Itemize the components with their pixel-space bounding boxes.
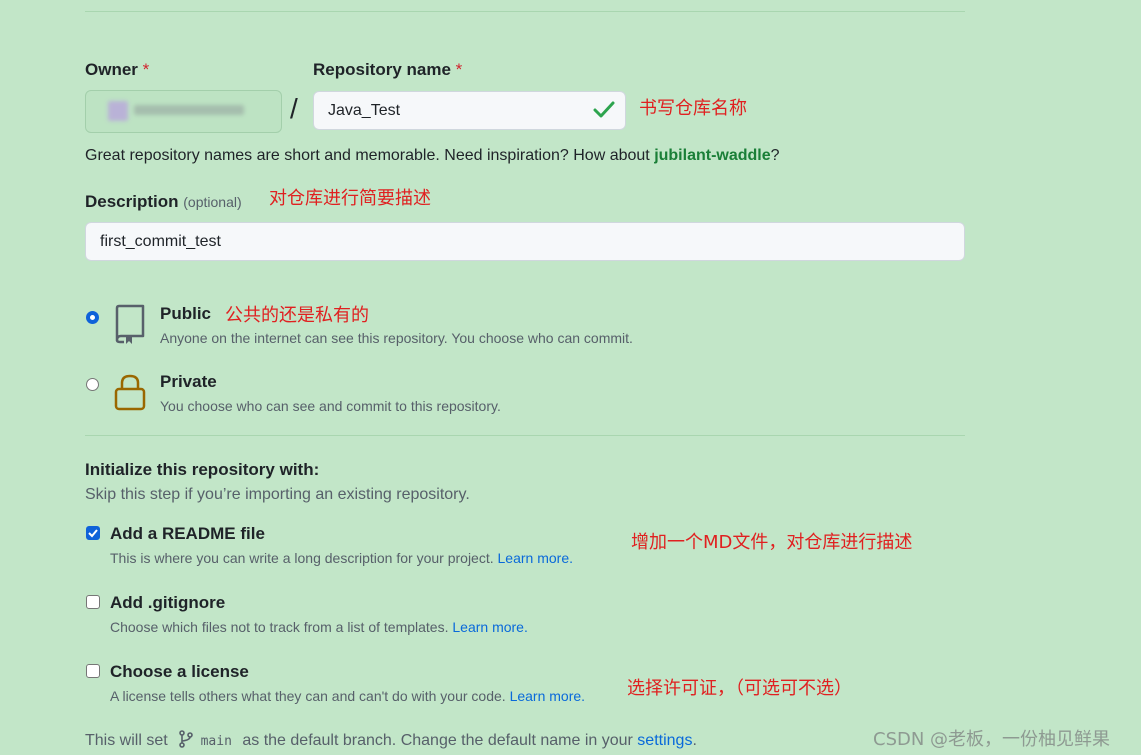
top-divider xyxy=(85,11,965,12)
init-title: Initialize this repository with: xyxy=(85,460,320,479)
license-annotation: 选择许可证，（可选可不选） xyxy=(627,678,852,699)
license-description: A license tells others what they can and… xyxy=(110,688,586,704)
description-label: Description (optional) xyxy=(85,192,242,211)
repo-book-icon xyxy=(115,304,145,344)
init-subtitle: Skip this step if you’re importing an ex… xyxy=(85,486,470,503)
public-radio[interactable] xyxy=(86,311,99,324)
visibility-annotation: 公共的还是私有的 xyxy=(225,305,369,326)
gitignore-title: Add .gitignore xyxy=(110,593,226,612)
check-icon xyxy=(593,101,615,118)
private-radio[interactable] xyxy=(86,378,99,391)
license-checkbox[interactable] xyxy=(86,664,100,678)
settings-link[interactable]: settings xyxy=(637,732,692,749)
license-learn-more-link[interactable]: Learn more. xyxy=(510,688,585,704)
gitignore-learn-more-link[interactable]: Learn more. xyxy=(452,619,527,635)
gitignore-checkbox[interactable] xyxy=(86,595,100,609)
readme-annotation: 增加一个MD文件，对仓库进行描述 xyxy=(631,532,913,553)
owner-select[interactable] xyxy=(85,90,282,133)
gitignore-description: Choose which files not to track from a l… xyxy=(110,619,528,635)
owner-required-mark: * xyxy=(142,60,150,79)
description-input[interactable] xyxy=(85,222,965,261)
description-annotation: 对仓库进行简要描述 xyxy=(269,188,431,209)
checkmark-icon xyxy=(88,529,98,538)
public-description: Anyone on the internet can see this repo… xyxy=(160,330,633,346)
owner-label: Owner * xyxy=(85,60,150,79)
readme-description: This is where you can write a long descr… xyxy=(110,550,573,566)
owner-name-blurred xyxy=(134,105,244,115)
repo-name-label: Repository name * xyxy=(313,60,463,79)
license-title: Choose a license xyxy=(110,662,249,681)
description-optional: (optional) xyxy=(183,194,242,210)
owner-repo-separator: / xyxy=(290,93,298,124)
repo-name-input[interactable] xyxy=(313,91,626,130)
branch-name: main xyxy=(200,734,232,749)
private-title: Private xyxy=(160,372,217,391)
readme-title: Add a README file xyxy=(110,524,265,543)
readme-checkbox[interactable] xyxy=(86,526,100,540)
git-branch-icon xyxy=(179,730,193,748)
owner-avatar xyxy=(108,101,128,121)
default-branch-info: This will set main as the default branch… xyxy=(85,730,697,749)
readme-learn-more-link[interactable]: Learn more. xyxy=(498,550,573,566)
section-divider xyxy=(85,435,965,436)
private-description: You choose who can see and commit to thi… xyxy=(160,398,501,414)
suggested-name-link[interactable]: jubilant-waddle xyxy=(654,147,770,164)
public-title: Public xyxy=(160,304,212,323)
repo-name-hint: Great repository names are short and mem… xyxy=(85,147,780,164)
repo-required-mark: * xyxy=(455,60,463,79)
lock-icon xyxy=(114,374,146,411)
csdn-watermark: CSDN @老板，一份柚见鲜果 xyxy=(873,729,1111,750)
repo-name-annotation: 书写仓库名称 xyxy=(639,98,747,119)
